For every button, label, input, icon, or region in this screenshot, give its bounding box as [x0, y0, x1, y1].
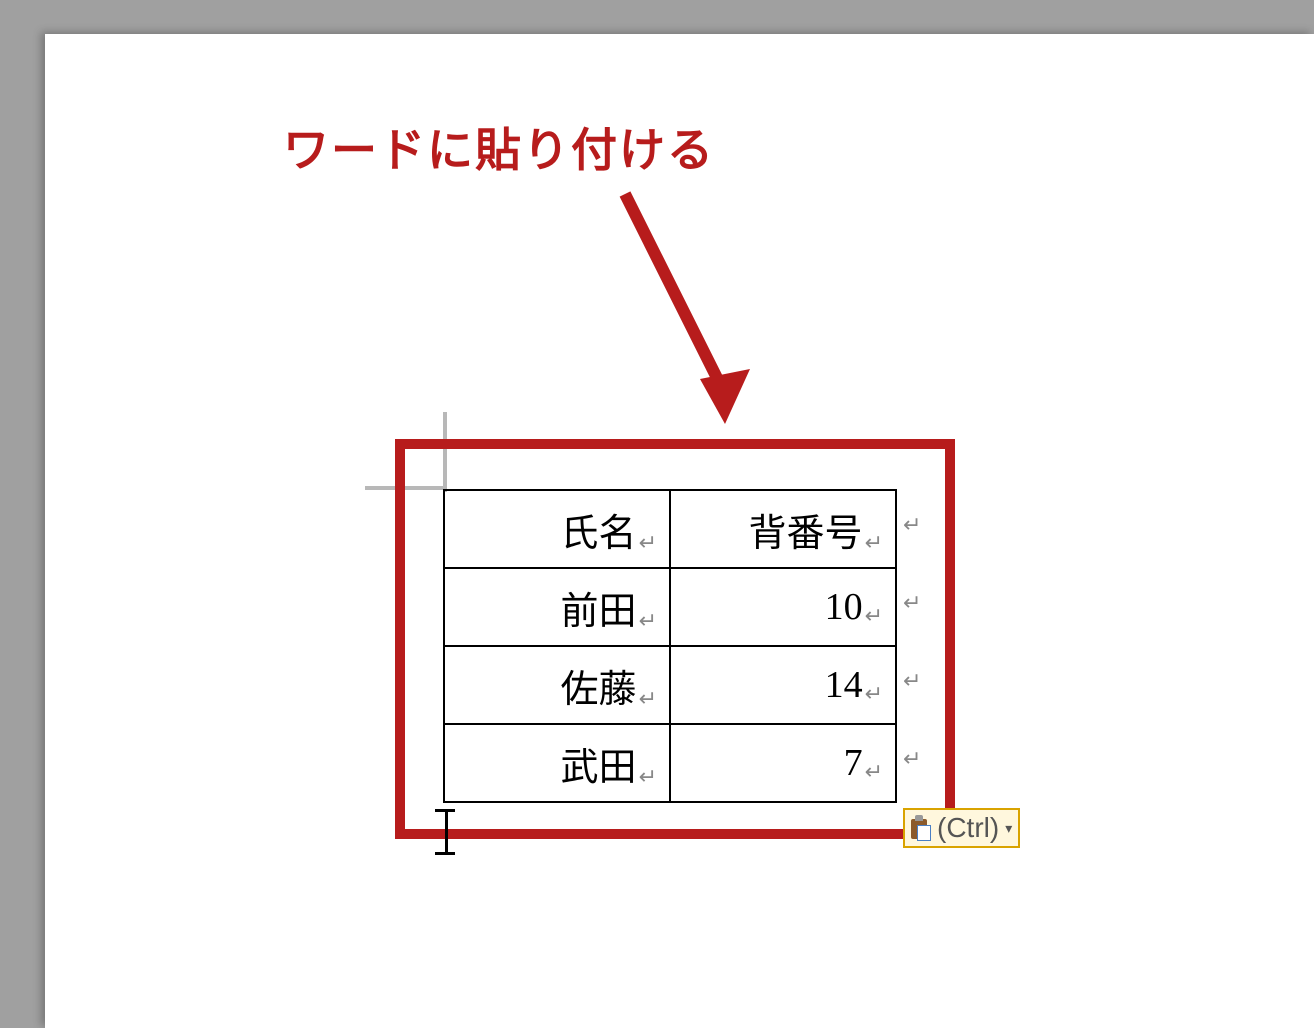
data-cell[interactable]: 14↵ — [670, 646, 896, 724]
data-cell[interactable]: 7↵ — [670, 724, 896, 802]
annotation-title: ワードに貼り付ける — [283, 114, 715, 180]
paragraph-mark-icon: ↵ — [639, 686, 657, 712]
table-anchor-vertical — [443, 412, 447, 492]
data-cell[interactable]: 10↵ — [670, 568, 896, 646]
data-cell[interactable]: 武田↵ — [444, 724, 670, 802]
table-row: 氏名↵ 背番号↵ — [444, 490, 896, 568]
data-cell[interactable]: 佐藤↵ — [444, 646, 670, 724]
clipboard-icon — [909, 815, 933, 841]
chevron-down-icon: ▾ — [1005, 820, 1012, 837]
row-end-mark-icon: ↵ — [903, 512, 921, 538]
paragraph-mark-icon: ↵ — [865, 530, 883, 556]
table-anchor-horizontal — [365, 486, 445, 490]
paragraph-mark-icon: ↵ — [865, 681, 883, 707]
paragraph-mark-icon: ↵ — [639, 764, 657, 790]
row-end-mark-icon: ↵ — [903, 746, 921, 772]
data-cell[interactable]: 前田↵ — [444, 568, 670, 646]
table-row: 武田↵ 7↵ — [444, 724, 896, 802]
paragraph-mark-icon: ↵ — [639, 608, 657, 634]
header-cell-name[interactable]: 氏名↵ — [444, 490, 670, 568]
paragraph-mark-icon: ↵ — [865, 759, 883, 785]
header-cell-number[interactable]: 背番号↵ — [670, 490, 896, 568]
pasted-table[interactable]: 氏名↵ 背番号↵ 前田↵ 10↵ 佐藤↵ 14↵ 武田↵ 7↵ — [443, 489, 897, 803]
paste-options-label: (Ctrl) — [937, 812, 999, 844]
paragraph-mark-icon: ↵ — [639, 530, 657, 556]
row-end-mark-icon: ↵ — [903, 590, 921, 616]
text-cursor-caps — [443, 809, 449, 855]
document-page: ワードに貼り付ける 氏名↵ 背番号↵ 前田↵ 10↵ 佐藤↵ 14↵ 武田↵ 7… — [45, 34, 1314, 1028]
row-end-mark-icon: ↵ — [903, 668, 921, 694]
table-row: 佐藤↵ 14↵ — [444, 646, 896, 724]
annotation-arrow — [605, 184, 785, 434]
paste-options-button[interactable]: (Ctrl) ▾ — [903, 808, 1020, 848]
table-row: 前田↵ 10↵ — [444, 568, 896, 646]
paragraph-mark-icon: ↵ — [865, 603, 883, 629]
